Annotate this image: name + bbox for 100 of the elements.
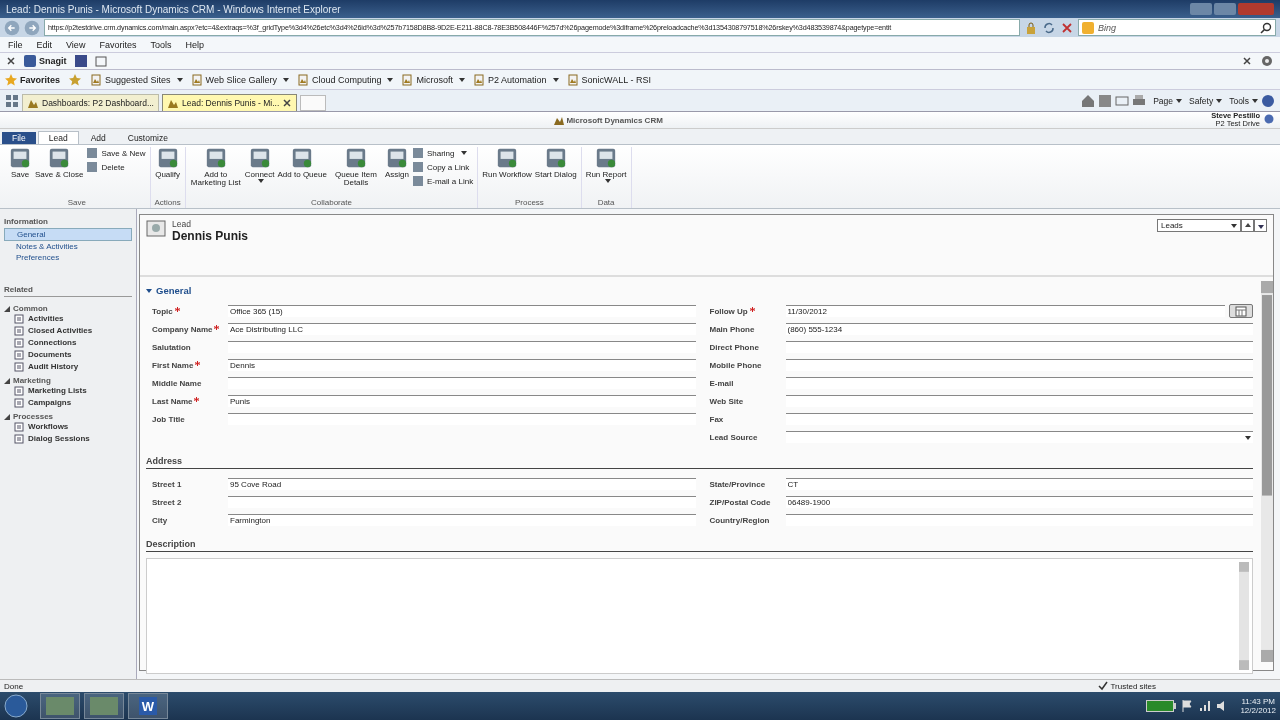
nav-item[interactable]: Dialog Sessions <box>4 433 132 445</box>
gear-icon[interactable] <box>1260 54 1274 68</box>
help-icon[interactable] <box>1261 93 1275 108</box>
nav-item[interactable]: Audit History <box>4 361 132 373</box>
text-field[interactable] <box>228 413 696 425</box>
print-icon[interactable] <box>1132 93 1147 108</box>
menu-item[interactable]: Tools <box>150 39 172 50</box>
ribbon-button[interactable]: Connect <box>244 147 275 198</box>
text-field[interactable]: Punis <box>228 395 696 407</box>
text-field[interactable] <box>228 377 696 389</box>
refresh-icon[interactable] <box>1042 20 1056 35</box>
command-menu[interactable]: Tools <box>1229 95 1258 106</box>
new-tab-button[interactable] <box>300 95 327 111</box>
feeds-icon[interactable] <box>1098 93 1113 108</box>
nav-item[interactable]: Campaigns <box>4 397 132 409</box>
dropdown-field[interactable] <box>785 431 1253 443</box>
nav-item[interactable]: Workflows <box>4 421 132 433</box>
ribbon-button[interactable]: Start Dialog <box>534 147 577 198</box>
window-icon[interactable] <box>74 55 87 67</box>
ribbon-button[interactable]: Add to Queue <box>277 147 327 198</box>
nav-group[interactable]: Common <box>4 304 132 313</box>
favorites-button[interactable]: Favorites <box>5 73 61 86</box>
nav-item[interactable]: Marketing Lists <box>4 385 132 397</box>
description-field[interactable] <box>146 558 1253 674</box>
nav-group[interactable]: Processes <box>4 412 132 421</box>
favorite-link[interactable]: Cloud Computing <box>296 73 394 86</box>
menu-item[interactable]: View <box>66 39 86 50</box>
add-favorite-icon[interactable] <box>68 72 83 87</box>
taskbar-app[interactable]: W <box>128 693 168 719</box>
ribbon-button[interactable]: Save & Close <box>35 147 84 198</box>
close-icon[interactable] <box>1242 56 1252 66</box>
text-field[interactable]: Ace Distributing LLC <box>228 323 696 335</box>
favorite-link[interactable]: Microsoft <box>401 73 465 86</box>
command-menu[interactable]: Safety <box>1189 95 1223 106</box>
text-field[interactable]: Dennis <box>228 359 696 371</box>
ribbon-button[interactable]: Save <box>8 147 32 198</box>
nav-item[interactable]: Connections <box>4 337 132 349</box>
text-field[interactable]: Office 365 (15) <box>228 305 696 317</box>
text-field[interactable]: 95 Cove Road <box>228 478 696 490</box>
browser-tab[interactable]: Lead: Dennis Punis - Mi... <box>162 94 298 111</box>
date-field[interactable]: 11/30/2012 <box>785 305 1225 317</box>
ribbon-tab[interactable]: Add <box>80 132 116 144</box>
ribbon-tab[interactable]: Lead <box>37 131 79 144</box>
text-field[interactable] <box>785 413 1253 425</box>
clock-date[interactable]: 12/2/2012 <box>1240 706 1276 715</box>
mail-icon[interactable] <box>1115 93 1130 108</box>
ribbon-button[interactable]: Save & New <box>86 147 146 159</box>
lock-icon[interactable] <box>1024 20 1038 35</box>
nav-group[interactable]: Marketing <box>4 376 132 385</box>
home-icon[interactable] <box>1081 93 1096 108</box>
favorite-link[interactable]: Suggested Sites <box>90 73 183 86</box>
text-field[interactable]: Farmington <box>228 514 696 526</box>
close-icon[interactable] <box>282 98 293 108</box>
ribbon-button[interactable]: Run Workflow <box>482 147 532 198</box>
stop-icon[interactable] <box>1060 20 1074 35</box>
menu-item[interactable]: Favorites <box>99 39 137 50</box>
help-icon[interactable] <box>1264 114 1274 124</box>
start-button[interactable] <box>4 694 28 718</box>
text-field[interactable] <box>228 341 696 353</box>
ribbon-button[interactable]: Copy a Link <box>411 161 474 173</box>
scrollbar[interactable] <box>1261 281 1273 662</box>
nav-item[interactable]: Activities <box>4 313 132 325</box>
down-button[interactable] <box>1254 219 1267 232</box>
forward-icon[interactable] <box>24 19 40 36</box>
text-field[interactable] <box>228 496 696 508</box>
signal-icon[interactable] <box>1198 699 1213 713</box>
text-field[interactable] <box>785 514 1253 526</box>
form-selector[interactable]: Leads <box>1157 219 1241 232</box>
flag-icon[interactable] <box>1180 699 1195 713</box>
command-menu[interactable]: Page <box>1153 95 1183 106</box>
nav-item[interactable]: Preferences <box>4 252 132 263</box>
ribbon-button[interactable]: E-mail a Link <box>411 175 474 187</box>
ribbon-tab[interactable]: Customize <box>117 132 178 144</box>
nav-item[interactable]: Closed Activities <box>4 325 132 337</box>
favorite-link[interactable]: SonicWALL - RSI <box>566 73 651 86</box>
nav-item[interactable]: Documents <box>4 349 132 361</box>
snagit-button[interactable]: Snagit <box>24 55 67 67</box>
ribbon-button[interactable]: Assign <box>384 147 409 198</box>
text-field[interactable] <box>785 359 1253 371</box>
close-icon[interactable] <box>6 56 16 66</box>
quick-tabs-icon[interactable] <box>5 93 19 108</box>
favorite-link[interactable]: P2 Automation <box>473 73 559 86</box>
menu-item[interactable]: Help <box>185 39 204 50</box>
ribbon-button[interactable]: Delete <box>86 161 146 173</box>
clock-time[interactable]: 11:43 PM <box>1241 697 1276 706</box>
text-field[interactable] <box>785 395 1253 407</box>
text-field[interactable]: CT <box>785 478 1253 490</box>
ribbon-button[interactable]: Queue Item Details <box>329 147 382 198</box>
browser-tab[interactable]: Dashboards: P2 Dashboard... <box>22 94 159 111</box>
nav-item[interactable]: General <box>4 228 132 241</box>
ribbon-button[interactable]: Run Report <box>585 147 627 198</box>
scrollbar[interactable] <box>1239 562 1249 670</box>
text-field[interactable] <box>785 341 1253 353</box>
back-icon[interactable] <box>4 19 20 36</box>
search-field[interactable]: Bing <box>1078 19 1276 36</box>
ribbon-button[interactable]: Qualify <box>155 147 181 198</box>
text-field[interactable] <box>785 377 1253 389</box>
security-zone[interactable]: Trusted sites <box>1097 681 1156 691</box>
calendar-button[interactable] <box>1229 304 1253 318</box>
favorite-link[interactable]: Web Slice Gallery <box>190 73 289 86</box>
